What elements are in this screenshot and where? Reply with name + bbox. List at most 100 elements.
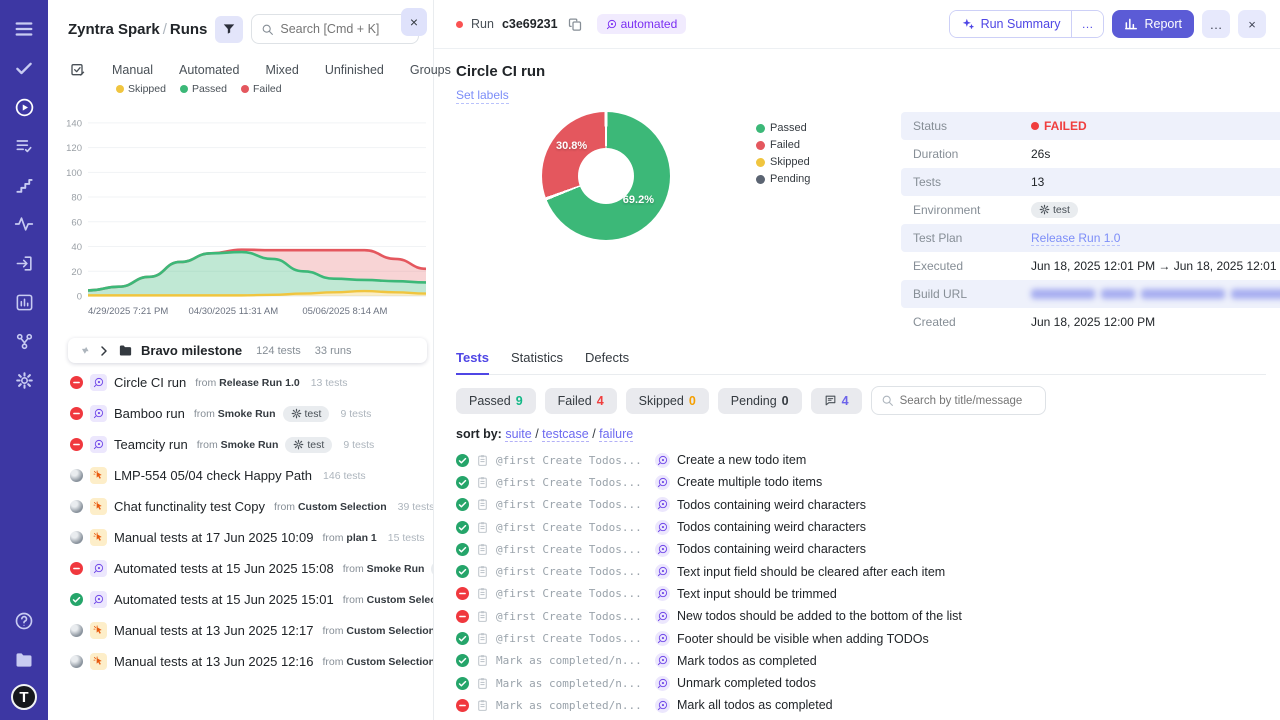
test-row[interactable]: @first Create Todos... Create a new todo… xyxy=(456,449,1266,471)
test-suite[interactable]: Mark as completed/n... xyxy=(496,677,648,690)
sidebar-item-gear[interactable] xyxy=(9,365,39,395)
sidebar-item-check[interactable] xyxy=(9,53,39,83)
donut-legend-passed[interactable]: Passed xyxy=(756,122,866,134)
run-name[interactable]: Automated tests at 15 Jun 2025 15:01 xyxy=(114,592,334,607)
test-row[interactable]: Mark as completed/n... Unmark completed … xyxy=(456,672,1266,694)
test-row[interactable]: Mark as completed/n... Mark todos as com… xyxy=(456,650,1266,672)
filter-pill-passed[interactable]: Passed 9 xyxy=(456,388,536,414)
test-title[interactable]: Todos containing weird characters xyxy=(677,520,866,534)
pin-icon[interactable] xyxy=(77,343,92,358)
filter-pill-skipped[interactable]: Skipped 0 xyxy=(626,388,709,414)
tab-statistics[interactable]: Statistics xyxy=(511,350,563,374)
tab-defects[interactable]: Defects xyxy=(585,350,629,374)
test-row[interactable]: Mark as completed/n... Mark all todos as… xyxy=(456,694,1266,716)
test-suite[interactable]: @first Create Todos... xyxy=(496,543,648,556)
test-row[interactable]: @first Create Todos... Footer should be … xyxy=(456,627,1266,649)
run-list-item[interactable]: Manual tests at 13 Jun 2025 12:16from Cu… xyxy=(56,646,433,677)
test-title[interactable]: Mark todos as completed xyxy=(677,654,817,668)
test-suite[interactable]: @first Create Todos... xyxy=(496,587,648,600)
donut-legend-skipped[interactable]: Skipped xyxy=(756,156,866,168)
chevron-right-icon[interactable] xyxy=(98,345,110,357)
tab-tests[interactable]: Tests xyxy=(456,350,489,375)
copy-run-id-button[interactable] xyxy=(566,15,585,34)
legend-item-skipped[interactable]: Skipped xyxy=(116,84,166,94)
milestone-row[interactable]: Bravo milestone 124 tests 33 runs xyxy=(68,338,427,363)
run-name[interactable]: Manual tests at 17 Jun 2025 10:09 xyxy=(114,530,313,545)
sidebar-item-branch[interactable] xyxy=(9,326,39,356)
run-name[interactable]: Chat functinality test Copy xyxy=(114,499,265,514)
test-suite[interactable]: @first Create Todos... xyxy=(496,498,648,511)
set-labels-link[interactable]: Set labels xyxy=(456,88,509,104)
test-suite[interactable]: Mark as completed/n... xyxy=(496,654,648,667)
sidebar-item-import[interactable] xyxy=(9,248,39,278)
report-button[interactable]: Report xyxy=(1112,10,1194,38)
run-list-item[interactable]: Manual tests at 17 Jun 2025 10:09from pl… xyxy=(56,522,433,553)
sidebar-item-list-check[interactable] xyxy=(9,131,39,161)
runs-tab-unfinished[interactable]: Unfinished xyxy=(325,63,384,77)
run-name[interactable]: Teamcity run xyxy=(114,437,188,452)
run-summary-button[interactable]: Run Summary xyxy=(950,11,1072,37)
more-actions-button[interactable]: … xyxy=(1202,10,1230,38)
filter-pill-comments[interactable]: 4 xyxy=(811,388,862,414)
sidebar-item-play-circle[interactable] xyxy=(9,92,39,122)
test-title[interactable]: Unmark completed todos xyxy=(677,676,816,690)
run-list-item[interactable]: LMP-554 05/04 check Happy Path146 tests xyxy=(56,460,433,491)
close-run-button[interactable]: × xyxy=(1238,10,1266,38)
test-title[interactable]: Footer should be visible when adding TOD… xyxy=(677,632,929,646)
run-name[interactable]: LMP-554 05/04 check Happy Path xyxy=(114,468,312,483)
sidebar-item-menu[interactable] xyxy=(9,14,39,44)
test-title[interactable]: Todos containing weird characters xyxy=(677,542,866,556)
test-search[interactable] xyxy=(871,386,1046,415)
sort-by-failure[interactable]: failure xyxy=(599,427,633,442)
test-suite[interactable]: @first Create Todos... xyxy=(496,454,648,467)
test-title[interactable]: Create multiple todo items xyxy=(677,475,822,489)
test-title[interactable]: Text input should be trimmed xyxy=(677,587,837,601)
run-list-item[interactable]: Bamboo runfrom Smoke Runtest9 tests xyxy=(56,398,433,429)
sidebar-item-folder[interactable] xyxy=(9,645,39,675)
run-name[interactable]: Manual tests at 13 Jun 2025 12:17 xyxy=(114,623,313,638)
breadcrumb-project[interactable]: Zyntra Spark xyxy=(68,21,160,38)
test-title[interactable]: Text input field should be cleared after… xyxy=(677,565,945,579)
sidebar-item-bar-chart[interactable] xyxy=(9,287,39,317)
legend-item-failed[interactable]: Failed xyxy=(241,84,282,94)
test-suite[interactable]: Mark as completed/n... xyxy=(496,699,648,712)
run-name[interactable]: Manual tests at 13 Jun 2025 12:16 xyxy=(114,654,313,669)
test-suite[interactable]: @first Create Todos... xyxy=(496,632,648,645)
test-title[interactable]: Create a new todo item xyxy=(677,453,806,467)
run-list-item[interactable]: Manual tests at 13 Jun 2025 12:17from Cu… xyxy=(56,615,433,646)
run-summary-more-button[interactable]: … xyxy=(1071,11,1103,37)
test-row[interactable]: @first Create Todos... Text input should… xyxy=(456,583,1266,605)
test-row[interactable]: @first Create Todos... Todos containing … xyxy=(456,494,1266,516)
run-list-item[interactable]: Chat functinality test Copyfrom Custom S… xyxy=(56,491,433,522)
run-name[interactable]: Circle CI run xyxy=(114,375,186,390)
legend-item-passed[interactable]: Passed xyxy=(180,84,227,94)
test-row[interactable]: @first Create Todos... Todos containing … xyxy=(456,538,1266,560)
run-list-item[interactable]: Automated tests at 15 Jun 2025 15:08from… xyxy=(56,553,433,584)
runs-search-input[interactable] xyxy=(280,22,409,36)
test-plan-link[interactable]: Release Run 1.0 xyxy=(1031,231,1120,245)
run-list-item[interactable]: Automated tests at 15 Jun 2025 15:01from… xyxy=(56,584,433,615)
test-row[interactable]: @first Create Todos... Create multiple t… xyxy=(456,471,1266,493)
test-search-input[interactable] xyxy=(900,395,1036,407)
run-name[interactable]: Bamboo run xyxy=(114,406,185,421)
sidebar-item-stairs[interactable] xyxy=(9,170,39,200)
sort-by-testcase[interactable]: testcase xyxy=(542,427,589,442)
milestone-name[interactable]: Bravo milestone xyxy=(141,343,242,358)
test-suite[interactable]: @first Create Todos... xyxy=(496,521,648,534)
runs-tab-automated[interactable]: Automated xyxy=(179,63,239,77)
test-title[interactable]: New todos should be added to the bottom … xyxy=(677,609,962,623)
run-wizard-icon[interactable] xyxy=(70,62,86,78)
test-title[interactable]: Todos containing weird characters xyxy=(677,498,866,512)
runs-search[interactable] xyxy=(251,14,419,44)
run-list-item[interactable]: Circle CI runfrom Release Run 1.013 test… xyxy=(56,367,433,398)
test-suite[interactable]: @first Create Todos... xyxy=(496,565,648,578)
test-title[interactable]: Mark all todos as completed xyxy=(677,698,833,712)
test-suite[interactable]: @first Create Todos... xyxy=(496,610,648,623)
runs-tab-mixed[interactable]: Mixed xyxy=(265,63,298,77)
panel-close-button[interactable]: × xyxy=(401,8,427,36)
sidebar-item-activity[interactable] xyxy=(9,209,39,239)
sort-by-suite[interactable]: suite xyxy=(505,427,531,442)
filter-pill-pending[interactable]: Pending 0 xyxy=(718,388,802,414)
runs-tab-groups[interactable]: Groups xyxy=(410,63,451,77)
sidebar-item-help[interactable] xyxy=(9,606,39,636)
